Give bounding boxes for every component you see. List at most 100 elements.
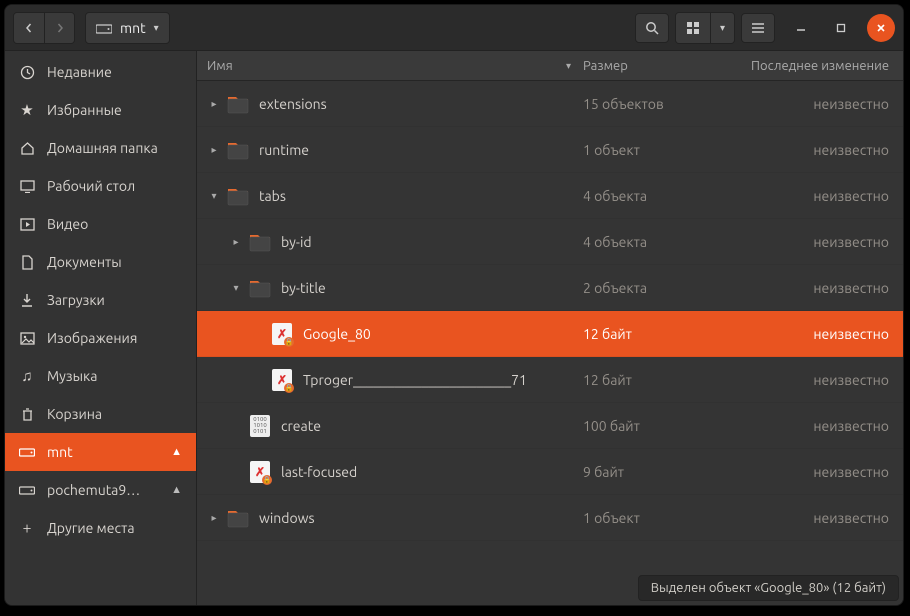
sidebar-item-trash[interactable]: Корзина [5,395,196,433]
expander-icon[interactable]: ▸ [207,512,221,524]
file-modified: неизвестно [723,326,903,342]
expander-icon[interactable]: ▸ [207,144,221,156]
minimize-button[interactable] [787,14,815,42]
expander-icon[interactable]: ▸ [207,98,221,110]
sort-indicator-icon: ▾ [566,60,571,72]
nav-group [13,12,75,44]
maximize-button[interactable] [827,14,855,42]
sidebar-item-label: Рабочий стол [47,178,135,194]
link-icon: ✗🔒 [249,461,271,483]
sidebar-item-drive[interactable]: mnt▲ [5,433,196,471]
folder-row[interactable]: ▸by-id4 объектанеизвестно [197,219,903,265]
sidebar-item-image[interactable]: Изображения [5,319,196,357]
sidebar-item-video[interactable]: Видео [5,205,196,243]
sidebar-item-download[interactable]: Загрузки [5,281,196,319]
sidebar-item-drive[interactable]: pochemuta9… ▲ [5,471,196,509]
lock-icon: 🔒 [262,475,272,485]
eject-icon[interactable]: ▲ [171,446,182,458]
file-name: windows [259,510,583,526]
file-name: extensions [259,96,583,112]
drive-icon [19,446,35,458]
file-modified: неизвестно [723,372,903,388]
file-row[interactable]: ✗🔒last-focused9 байтнеизвестно [197,449,903,495]
folder-icon [249,231,271,253]
file-size: 2 объекта [583,280,723,296]
path-bar[interactable]: mnt ▾ [85,12,170,44]
eject-icon[interactable]: ▲ [171,484,182,496]
sidebar-item-label: Другие места [47,520,135,536]
file-size: 1 объект [583,142,723,158]
link-icon: ✗🔒 [271,369,293,391]
sidebar-item-label: Недавние [47,64,112,80]
drive-icon [19,484,35,496]
video-icon [19,218,35,231]
expander-icon[interactable]: ▾ [229,282,243,294]
column-name-label: Имя [207,59,233,73]
view-group: ▾ [675,12,735,44]
music-icon: ♫ [19,367,35,385]
folder-row[interactable]: ▾tabs4 объектанеизвестно [197,173,903,219]
file-size: 9 байт [583,464,723,480]
file-row[interactable]: 010010100101create100 байтнеизвестно [197,403,903,449]
sidebar-item-label: Загрузки [47,292,105,308]
clock-icon [19,65,35,80]
file-name: tabs [259,188,583,204]
column-size[interactable]: Размер [583,59,723,73]
file-manager-window: mnt ▾ ▾ Недавние★ИзбранныеДомашня [4,4,904,606]
download-icon [19,293,35,308]
folder-row[interactable]: ▸ windows1 объектнеизвестно [197,495,903,541]
folder-icon [227,93,249,115]
search-button[interactable] [635,13,669,43]
sidebar-item-clock[interactable]: Недавние [5,53,196,91]
desktop-icon [19,180,35,193]
file-modified: неизвестно [723,142,903,158]
expander-icon[interactable]: ▸ [229,236,243,248]
link-icon: ✗🔒 [271,323,293,345]
file-name: by-title [281,280,583,296]
view-grid-button[interactable] [676,13,710,43]
file-row[interactable]: ✗🔒 Tproger_______________________7112 бай… [197,357,903,403]
file-name: runtime [259,142,583,158]
status-bar: Выделен объект «Google_80» (12 байт) [638,575,899,601]
column-modified[interactable]: Последнее изменение [723,59,903,73]
file-modified: неизвестно [723,464,903,480]
back-button[interactable] [14,13,44,43]
file-modified: неизвестно [723,510,903,526]
doc-icon [19,255,35,270]
folder-icon [249,277,271,299]
file-row[interactable]: ✗🔒Google_8012 байтнеизвестно [197,311,903,357]
file-modified: неизвестно [723,234,903,250]
close-button[interactable] [867,14,895,42]
body: Недавние ★ИзбранныеДомашняя папка Рабочий … [5,51,903,605]
hamburger-menu-button[interactable] [741,13,775,43]
chevron-down-icon: ▾ [154,22,159,34]
image-icon [19,332,35,345]
sidebar-item-star[interactable]: ★Избранные [5,91,196,129]
sidebar-item-music[interactable]: ♫ Музыка [5,357,196,395]
file-name: Google_80 [303,326,583,342]
sidebar-item-home[interactable]: Домашняя папка [5,129,196,167]
sidebar-item-label: pochemuta9… [47,482,140,498]
file-size: 1 объект [583,510,723,526]
file-name: by-id [281,234,583,250]
file-name: create [281,418,583,434]
drive-icon [96,22,112,34]
expander-icon[interactable]: ▾ [207,190,221,202]
sidebar-item-label: Музыка [47,368,97,384]
file-list[interactable]: ▸extensions15 объектовнеизвестно▸runtime… [197,81,903,605]
sidebar-item-label: Документы [47,254,122,270]
folder-row[interactable]: ▸extensions15 объектовнеизвестно [197,81,903,127]
sidebar-item-doc[interactable]: Документы [5,243,196,281]
view-dropdown-button[interactable]: ▾ [710,13,734,43]
star-icon: ★ [19,101,35,119]
column-name[interactable]: Имя ▾ [197,59,583,73]
folder-icon [227,139,249,161]
folder-row[interactable]: ▾by-title2 объектанеизвестно [197,265,903,311]
sidebar-item-plus[interactable]: +Другие места [5,509,196,547]
sidebar-item-desktop[interactable]: Рабочий стол [5,167,196,205]
folder-row[interactable]: ▸ runtime1 объектнеизвестно [197,127,903,173]
forward-button[interactable] [44,13,74,43]
sidebar-item-label: Видео [47,216,88,232]
file-name: Tproger_______________________71 [303,372,583,388]
file-size: 12 байт [583,372,723,388]
